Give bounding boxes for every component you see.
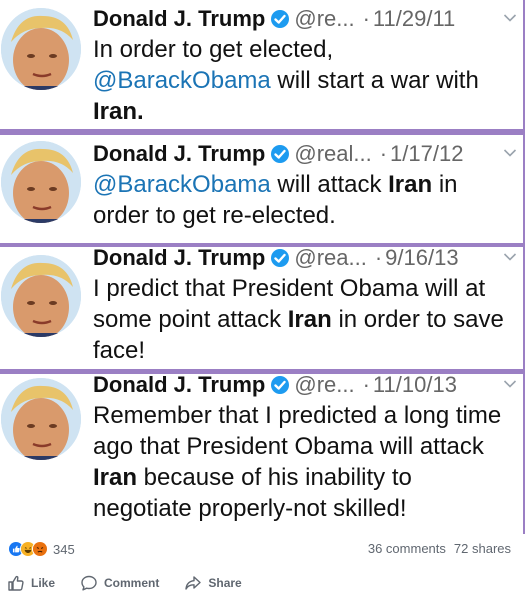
- tweet-text: @BarackObama will attack Iran in order to…: [93, 169, 517, 231]
- tweet-header: Donald J. Trump @real... · 1/17/12: [93, 139, 517, 169]
- verified-badge-icon: [271, 376, 290, 394]
- tweet-text-segment: because of his inability to: [137, 464, 412, 491]
- author-handle[interactable]: @re...: [294, 374, 354, 397]
- comments-count[interactable]: 36 comments: [368, 541, 446, 556]
- separator-dot: ·: [374, 247, 383, 270]
- share-button[interactable]: Share: [184, 574, 242, 592]
- separator-dot: ·: [379, 141, 388, 166]
- chevron-down-icon[interactable]: [503, 148, 517, 158]
- tweet-collage: Donald J. Trump @re... · 11/29/11 In order …: [0, 0, 525, 534]
- shares-count[interactable]: 72 shares: [454, 541, 511, 556]
- mention-link[interactable]: @BarackObama: [93, 171, 271, 198]
- tweet-content: Donald J. Trump @rea... · 9/16/13 I predict…: [93, 247, 517, 366]
- tweet-content: Donald J. Trump @re... · 11/10/13 Remember …: [93, 374, 517, 524]
- tweet-text-segment: will start a war with: [270, 67, 479, 94]
- angry-icon: [32, 541, 48, 557]
- share-icon: [185, 576, 202, 590]
- tweet-date[interactable]: 1/17/12: [390, 141, 463, 166]
- author-name[interactable]: Donald J. Trump: [93, 141, 265, 166]
- tweet-text-segment: in: [432, 171, 458, 198]
- tweet-text-segment: I predict that President Obama will at: [93, 275, 486, 302]
- tweet-date[interactable]: 11/10/13: [373, 374, 457, 397]
- tweet-card: Donald J. Trump @re... · 11/10/13 Remember …: [0, 374, 523, 534]
- avatar[interactable]: [1, 378, 81, 460]
- author-name[interactable]: Donald J. Trump: [93, 6, 265, 31]
- mention-link[interactable]: @BarackObama: [93, 67, 271, 94]
- tweet-header: Donald J. Trump @rea... · 9/16/13: [93, 247, 517, 273]
- like-label: Like: [31, 576, 56, 590]
- verified-badge-icon: [271, 145, 290, 163]
- tweet-text: In order to get elected, @BarackObama wil…: [93, 34, 517, 127]
- tweet-text-segment: negotiate properly-not skilled!: [93, 495, 407, 522]
- tweet-text-segment: in order to save: [331, 306, 504, 333]
- tweet-date[interactable]: 9/16/13: [385, 247, 458, 270]
- tweet-header: Donald J. Trump @re... · 11/10/13: [93, 374, 517, 400]
- reactions-summary[interactable]: 345: [8, 540, 75, 558]
- tweet-card: Donald J. Trump @rea... · 9/16/13 I predict…: [0, 247, 523, 369]
- thumbs-up-icon: [8, 575, 24, 591]
- tweet-card: Donald J. Trump @re... · 11/29/11 In order …: [0, 0, 523, 129]
- tweet-header: Donald J. Trump @re... · 11/29/11: [93, 4, 517, 34]
- tweet-text-segment: face!: [93, 337, 146, 364]
- tweet-text: I predict that President Obama will at so…: [93, 273, 517, 366]
- tweet-text-segment: order to get re-elected.: [93, 202, 336, 229]
- comment-icon: [81, 575, 97, 591]
- separator-dot: ·: [362, 6, 370, 31]
- avatar[interactable]: [1, 8, 81, 90]
- share-label: Share: [208, 576, 242, 590]
- tweet-date[interactable]: 11/29/11: [373, 6, 455, 31]
- avatar[interactable]: [1, 141, 81, 223]
- author-handle[interactable]: @re...: [294, 6, 354, 31]
- tweet-content: Donald J. Trump @re... · 11/29/11 In order …: [93, 4, 517, 127]
- like-button[interactable]: Like: [7, 574, 55, 592]
- bold-text: Iran: [93, 464, 138, 491]
- avatar[interactable]: [1, 255, 81, 337]
- action-bar: Like Comment Share: [0, 566, 525, 600]
- chevron-down-icon[interactable]: [503, 379, 517, 389]
- reaction-count[interactable]: 345: [53, 542, 75, 557]
- author-name[interactable]: Donald J. Trump: [93, 247, 265, 270]
- bold-text: Iran.: [93, 98, 144, 125]
- bold-text: Iran: [388, 171, 433, 198]
- tweet-text: Remember that I predicted a long time ago…: [93, 400, 517, 524]
- bold-text: Iran: [287, 306, 332, 333]
- comment-label: Comment: [104, 576, 160, 590]
- tweet-text-segment: will attack: [270, 171, 389, 198]
- engagement-counts: 36 comments 72 shares: [368, 541, 511, 556]
- author-handle[interactable]: @rea...: [294, 247, 366, 270]
- chevron-down-icon[interactable]: [503, 252, 517, 262]
- author-name[interactable]: Donald J. Trump: [93, 374, 265, 397]
- tweet-text-segment: Remember that I predicted a long time: [93, 402, 502, 429]
- verified-badge-icon: [271, 249, 290, 267]
- tweet-card: Donald J. Trump @real... · 1/17/12 @BarackO…: [0, 135, 523, 243]
- chevron-down-icon[interactable]: [503, 13, 517, 23]
- verified-badge-icon: [271, 10, 290, 28]
- author-handle[interactable]: @real...: [294, 141, 371, 166]
- tweet-content: Donald J. Trump @real... · 1/17/12 @BarackO…: [93, 139, 517, 231]
- comment-button[interactable]: Comment: [80, 574, 159, 592]
- separator-dot: ·: [362, 374, 370, 397]
- tweet-text-segment: ago that President Obama will attack: [93, 433, 484, 460]
- tweet-text-segment: some point attack: [93, 306, 288, 333]
- tweet-text-segment: In order to get elected,: [93, 36, 334, 63]
